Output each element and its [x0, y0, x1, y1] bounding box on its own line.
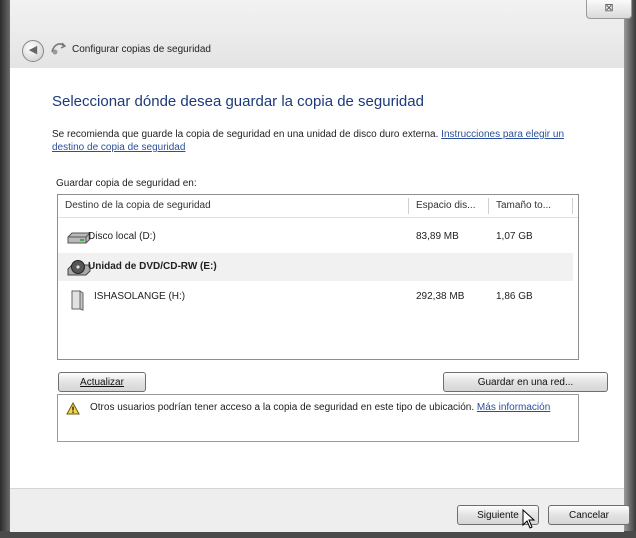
column-separator [488, 198, 489, 214]
window-frame-bottom [0, 531, 636, 538]
table-row-usb-drive[interactable]: ISHASOLANGE (H:) 292,38 MB 1,86 GB [58, 283, 573, 311]
refresh-button[interactable]: Actualizar [58, 372, 146, 392]
backup-wizard-icon [50, 40, 70, 58]
cancel-label: Cancelar [568, 510, 610, 521]
save-on-network-label: Guardar en una red... [477, 377, 574, 388]
warning-message: Otros usuarios podrían tener acceso a la… [90, 402, 475, 413]
dvd-drive-icon [66, 259, 91, 276]
refresh-label: Actualizar [80, 377, 124, 388]
warning-icon [66, 401, 80, 415]
window-title: Configurar copias de seguridad [72, 44, 211, 55]
destination-list[interactable]: Destino de la copia de seguridad Espacio… [57, 194, 579, 360]
destination-name: Unidad de DVD/CD-RW (E:) [88, 261, 217, 272]
close-window-button[interactable]: ⊠ [586, 0, 632, 19]
usb-drive-icon [66, 289, 90, 311]
title-bar: ⊠ [10, 0, 632, 68]
free-space: 83,89 MB [416, 231, 459, 242]
next-label: Siguiente [477, 510, 519, 521]
hard-drive-icon [66, 229, 91, 245]
total-size: 1,07 GB [496, 231, 533, 242]
column-separator [572, 198, 573, 214]
back-arrow-icon: ◀ [28, 44, 38, 56]
table-row-dvd-drive[interactable]: Unidad de DVD/CD-RW (E:) [58, 253, 573, 281]
header-divider [58, 217, 578, 218]
save-location-label: Guardar copia de seguridad en: [56, 178, 197, 189]
column-header-destination[interactable]: Destino de la copia de seguridad [65, 195, 211, 217]
description-text: Se recomienda que guarde la copia de seg… [52, 129, 439, 140]
free-space: 292,38 MB [416, 291, 465, 302]
total-size: 1,86 GB [496, 291, 533, 302]
warning-text: Otros usuarios podrían tener acceso a la… [90, 401, 570, 414]
save-on-network-button[interactable]: Guardar en una red... [443, 372, 608, 392]
column-separator [408, 198, 409, 214]
window-frame-right [624, 0, 636, 538]
warning-info-box: Otros usuarios podrían tener acceso a la… [57, 394, 579, 442]
mouse-pointer-icon [522, 508, 536, 529]
table-row-local-disk[interactable]: Disco local (D:) 83,89 MB 1,07 GB [58, 223, 573, 251]
description: Se recomienda que guarde la copia de seg… [52, 128, 592, 154]
column-header-total-size[interactable]: Tamaño to... [496, 195, 551, 217]
back-button[interactable]: ◀ [22, 40, 44, 62]
destination-name: ISHASOLANGE (H:) [94, 291, 186, 302]
more-info-link[interactable]: Más información [477, 402, 550, 413]
page-heading: Seleccionar dónde desea guardar la copia… [52, 93, 424, 110]
cancel-button[interactable]: Cancelar [548, 505, 630, 525]
column-header-free-space[interactable]: Espacio dis... [416, 195, 475, 217]
window-frame-left [0, 0, 10, 538]
destination-name: Disco local (D:) [88, 231, 156, 242]
